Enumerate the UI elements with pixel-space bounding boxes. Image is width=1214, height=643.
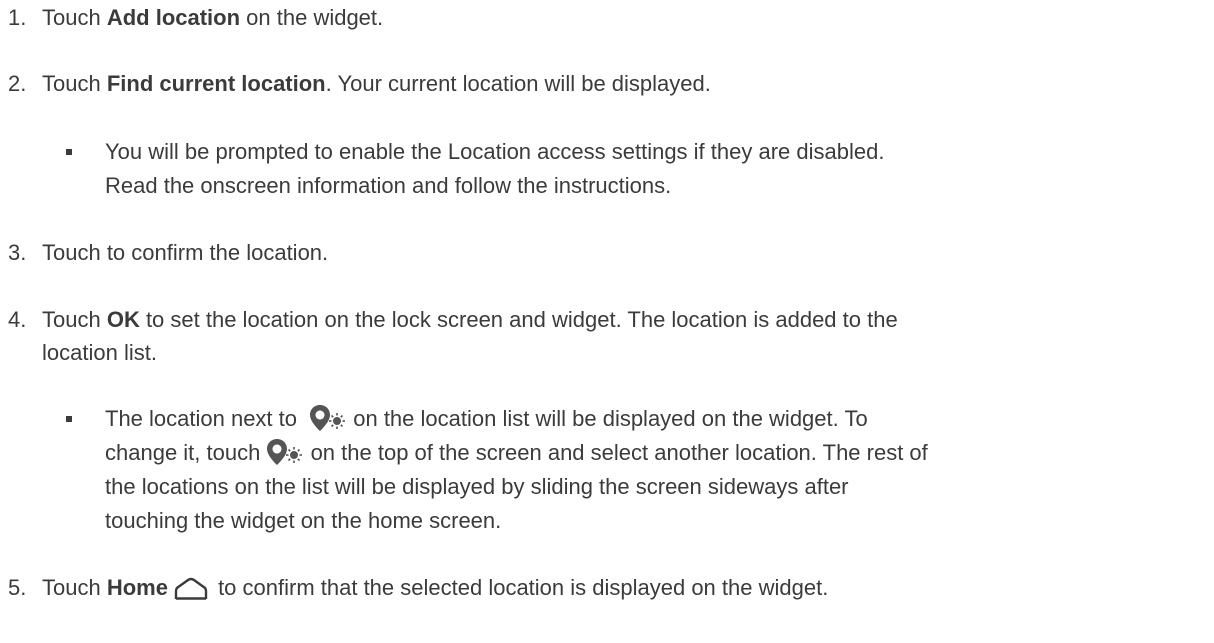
bullet-marker (66, 416, 72, 422)
instruction-document: 1. Touch Add location on the widget. 2. … (0, 0, 1214, 643)
step-text: Touch Add location on the widget. (42, 3, 383, 33)
bullet-text: the locations on the list will be displa… (105, 474, 849, 499)
text-segment: Touch (42, 5, 107, 30)
bullet-text: You will be prompted to enable the Locat… (105, 139, 885, 164)
text-segment: Touch (42, 575, 107, 600)
bullet-text: The location next to on the location lis… (105, 404, 868, 440)
location-weather-icon (309, 404, 347, 440)
step-number: 1. (8, 5, 27, 30)
bullet-text: change it, touch on the top of the scree… (105, 438, 928, 474)
text-segment: The location next to (105, 406, 304, 431)
bold-term-home: Home (106, 575, 168, 600)
text-segment: . Your current location will be displaye… (325, 71, 711, 96)
text-segment: change it, touch (105, 440, 267, 465)
text-segment: Touch (42, 71, 107, 96)
bullet-text: touching the widget on the home screen. (105, 508, 502, 533)
step-number: 4. (8, 307, 27, 332)
home-icon (174, 577, 208, 609)
step-text: Touch to confirm the location. (42, 240, 329, 265)
bold-term-find-current-location: Find current location (106, 71, 326, 96)
step-number: 2. (8, 71, 27, 96)
step-text: Touch OK to set the location on the lock… (42, 305, 898, 335)
step-text: location list. (42, 340, 157, 365)
location-weather-icon (266, 438, 304, 474)
step-number: 5. (8, 575, 27, 600)
text-segment: to confirm that the selected location is… (211, 575, 829, 600)
step-number: 3. (8, 240, 27, 265)
bold-term-add-location: Add location (106, 5, 241, 30)
text-segment: on the location list will be displayed o… (347, 406, 868, 431)
bullet-marker (66, 149, 72, 155)
step-text: Touch Find current location. Your curren… (42, 69, 711, 99)
text-segment: on the widget. (240, 5, 384, 30)
bold-term-ok: OK (106, 307, 140, 332)
text-segment: to set the location on the lock screen a… (139, 307, 898, 332)
step-text: Touch Home to confirm that the selected … (42, 573, 828, 609)
bullet-text: Read the onscreen information and follow… (105, 173, 672, 198)
text-segment: Touch (42, 307, 107, 332)
text-segment: on the top of the screen and select anot… (304, 440, 928, 465)
